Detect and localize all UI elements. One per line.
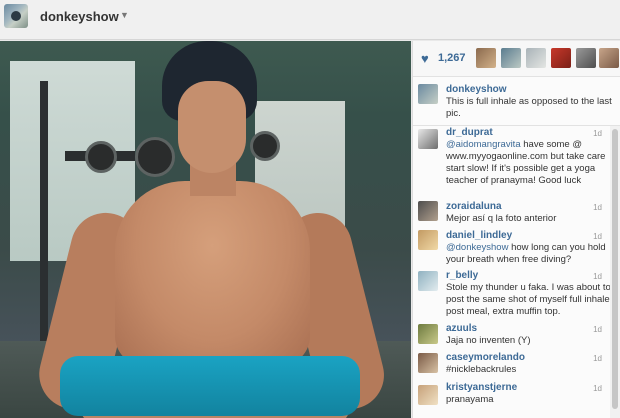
comment-avatar[interactable] — [418, 385, 438, 405]
caption-username[interactable]: donkeyshow — [446, 84, 507, 95]
photo-squat-rack — [40, 81, 48, 361]
post-photo[interactable] — [0, 41, 411, 418]
comment-text: @donkeyshow how long can you hold your b… — [446, 242, 614, 266]
photo-person-shorts — [60, 356, 360, 416]
likes-row: ♥ 1,267 — [413, 41, 620, 77]
comment-time: 1d — [593, 384, 602, 393]
chevron-down-icon[interactable]: ▼ — [120, 10, 129, 20]
comment-mention[interactable]: @donkeyshow — [446, 242, 508, 253]
comment-avatar[interactable] — [418, 353, 438, 373]
comment-time: 1d — [593, 232, 602, 241]
caption-avatar[interactable] — [418, 84, 438, 104]
comment-username[interactable]: r_belly — [446, 270, 478, 281]
photo-person-face — [178, 81, 246, 173]
comment-text: @aidomangravita have some @ www.myyogaon… — [446, 139, 614, 187]
liker-avatar[interactable] — [476, 48, 496, 68]
photo-weight-plate — [85, 141, 117, 173]
comment-time: 1d — [593, 272, 602, 281]
liker-avatar[interactable] — [501, 48, 521, 68]
comment-avatar[interactable] — [418, 201, 438, 221]
comment-avatar[interactable] — [418, 324, 438, 344]
comments-scrollbar-thumb[interactable] — [612, 129, 618, 409]
photo-weight-plate — [135, 137, 175, 177]
comment-time: 1d — [593, 325, 602, 334]
caption-text: This is full inhale as opposed to the la… — [446, 96, 612, 119]
comment-username[interactable]: kristyanstjerne — [446, 382, 517, 393]
comment-avatar[interactable] — [418, 129, 438, 149]
photo-person-torso — [115, 181, 310, 366]
post-side-panel: ♥ 1,267 donkeyshow This is full inhale a… — [412, 41, 620, 418]
liker-avatar[interactable] — [526, 48, 546, 68]
post-caption: donkeyshow This is full inhale as oppose… — [413, 78, 620, 126]
comment-time: 1d — [593, 129, 602, 138]
profile-avatar[interactable] — [4, 4, 28, 28]
comment-avatar[interactable] — [418, 230, 438, 250]
liker-avatar[interactable] — [551, 48, 571, 68]
comment-username[interactable]: dr_duprat — [446, 127, 493, 138]
comment-text: pranayama — [446, 394, 494, 405]
comment-username[interactable]: daniel_lindley — [446, 230, 512, 241]
likes-count[interactable]: 1,267 — [438, 52, 466, 64]
comment-text: Stole my thunder u faka. I was about to … — [446, 282, 613, 317]
top-bar: donkeyshow ▼ — [0, 0, 620, 40]
photo-weight-plate — [250, 131, 280, 161]
profile-username[interactable]: donkeyshow — [40, 9, 119, 24]
comment-time: 1d — [593, 203, 602, 212]
comment-mention[interactable]: @aidomangravita — [446, 139, 521, 150]
liker-avatar[interactable] — [599, 48, 619, 68]
heart-icon[interactable]: ♥ — [421, 52, 429, 65]
comment-username[interactable]: azuuls — [446, 323, 477, 334]
comment-text: Jaja no inventen (Y) — [446, 335, 531, 346]
comment-avatar[interactable] — [418, 271, 438, 291]
liker-avatar[interactable] — [576, 48, 596, 68]
comment-text: Mejor así q la foto anterior — [446, 213, 557, 224]
comment-time: 1d — [593, 354, 602, 363]
comment-text: #nicklebackrules — [446, 364, 517, 375]
comment-username[interactable]: zoraidaluna — [446, 201, 502, 212]
comment-username[interactable]: caseymorelando — [446, 352, 525, 363]
